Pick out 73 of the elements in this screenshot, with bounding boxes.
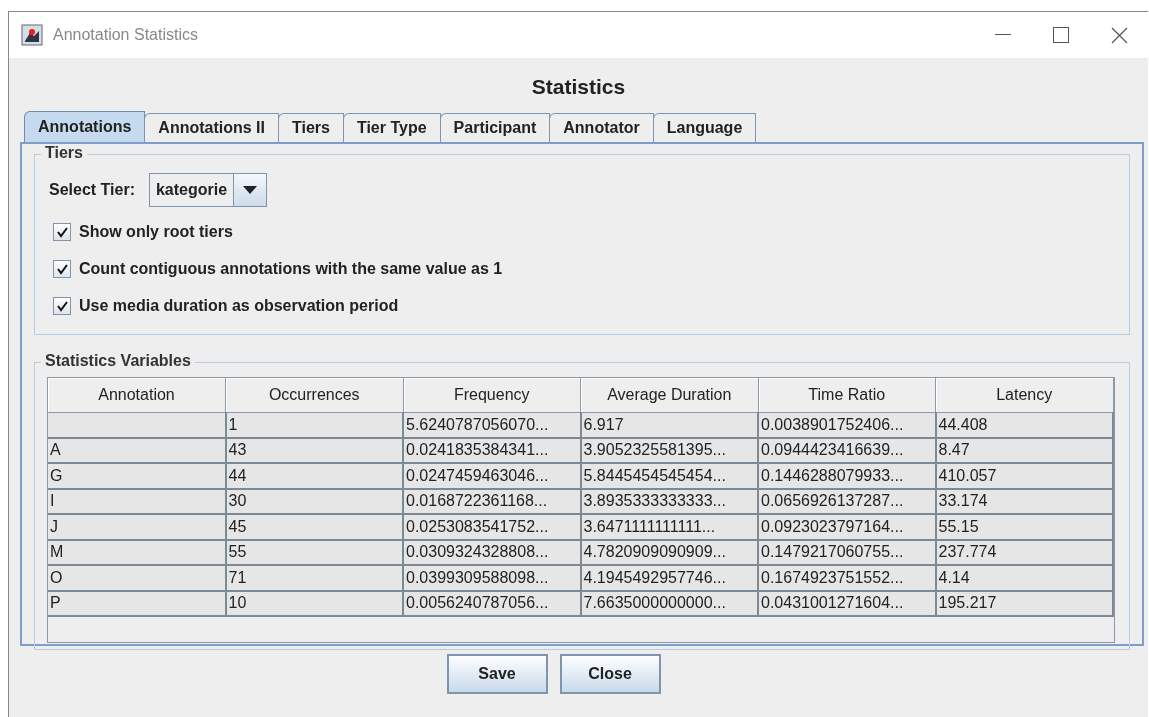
table-cell: 4.7820909090909... — [580, 539, 758, 565]
select-tier-label: Select Tier: — [49, 181, 135, 199]
column-header[interactable]: Occurrences — [225, 378, 403, 413]
dialog-button[interactable]: Save — [446, 654, 548, 694]
table-cell: 0.1446288079933... — [758, 463, 936, 489]
table-cell: 3.6471111111111... — [580, 514, 758, 540]
table-cell: 44 — [225, 463, 403, 489]
table-cell: 7.6635000000000... — [580, 590, 758, 616]
table-cell: 3.9052325581395... — [580, 437, 758, 463]
table-cell: 33.174 — [935, 488, 1113, 514]
app-icon — [21, 24, 43, 46]
table-cell: P — [48, 590, 226, 616]
table-cell: M — [48, 539, 226, 565]
checkbox-label: Use media duration as observation period — [79, 296, 399, 315]
dialog-button[interactable]: Close — [559, 654, 661, 694]
table-cell: 0.1479217060755... — [758, 539, 936, 565]
table-cell: 0.0168722361168... — [403, 488, 581, 514]
table-cell: 0.0431001271604... — [758, 590, 936, 616]
column-header[interactable]: Annotation — [48, 378, 226, 413]
table-cell: 4.1945492957746... — [580, 565, 758, 591]
table-cell: 0.1674923751552... — [758, 565, 936, 591]
maximize-icon — [1053, 27, 1069, 43]
table-cell: 30 — [225, 488, 403, 514]
tab[interactable]: Annotations II — [144, 113, 279, 142]
tier-dropdown[interactable]: kategorie — [148, 173, 268, 207]
table-cell: 0.0241835384341... — [403, 437, 581, 463]
column-header[interactable]: Latency — [935, 378, 1113, 413]
dialog-heading: Statistics — [530, 74, 627, 100]
table-cell: 410.057 — [935, 463, 1113, 489]
checkbox-label: Show only root tiers — [79, 222, 233, 241]
table-cell: 0.0923023797164... — [758, 514, 936, 540]
column-header[interactable]: Time Ratio — [758, 378, 936, 413]
table-cell: 237.774 — [935, 539, 1113, 565]
minimize-icon — [995, 34, 1011, 36]
tab[interactable]: Language — [652, 113, 757, 142]
table-cell: 4.14 — [935, 565, 1113, 591]
checkbox-label: Count contiguous annotations with the same value as 1 — [79, 259, 503, 278]
table-cell: 5.6240787056070... — [403, 412, 581, 438]
tab[interactable]: Annotations — [24, 111, 146, 142]
table-cell: 43 — [225, 437, 403, 463]
close-icon — [1110, 26, 1128, 44]
table-cell: A — [48, 437, 226, 463]
table-cell: G — [48, 463, 226, 489]
table-cell: 8.47 — [935, 437, 1113, 463]
column-header[interactable]: Frequency — [403, 378, 581, 413]
table-cell: O — [48, 565, 226, 591]
table-cell: 10 — [225, 590, 403, 616]
table-cell: 71 — [225, 565, 403, 591]
window-title: Annotation Statistics — [53, 26, 199, 44]
table-cell: I — [48, 488, 226, 514]
table-cell: 0.0056240787056... — [403, 590, 581, 616]
table-cell: 1 — [225, 412, 403, 438]
table-cell: 0.0309324328808... — [403, 539, 581, 565]
table-cell: 5.8445454545454... — [580, 463, 758, 489]
checkbox[interactable] — [53, 259, 71, 278]
table-cell: 195.217 — [935, 590, 1113, 616]
table-cell: 45 — [225, 514, 403, 540]
table-cell: J — [48, 514, 226, 540]
table-cell: 0.0038901752406... — [758, 412, 936, 438]
checkbox[interactable] — [53, 296, 71, 315]
table-cell: 6.917 — [580, 412, 758, 438]
table-cell: 0.0399309588098... — [403, 565, 581, 591]
dropdown-arrow-icon — [243, 186, 258, 194]
table-cell: 55 — [225, 539, 403, 565]
table-cell: 55.15 — [935, 514, 1113, 540]
table-cell: 0.0656926137287... — [758, 488, 936, 514]
column-header[interactable]: Average Duration — [580, 378, 758, 413]
checkbox[interactable] — [53, 222, 71, 241]
table-cell: 44.408 — [935, 412, 1113, 438]
table-cell: 0.0944423416639... — [758, 437, 936, 463]
table-cell: 0.0247459463046... — [403, 463, 581, 489]
table-cell: 0.0253083541752... — [403, 514, 581, 540]
table-cell: 3.8935333333333... — [580, 488, 758, 514]
